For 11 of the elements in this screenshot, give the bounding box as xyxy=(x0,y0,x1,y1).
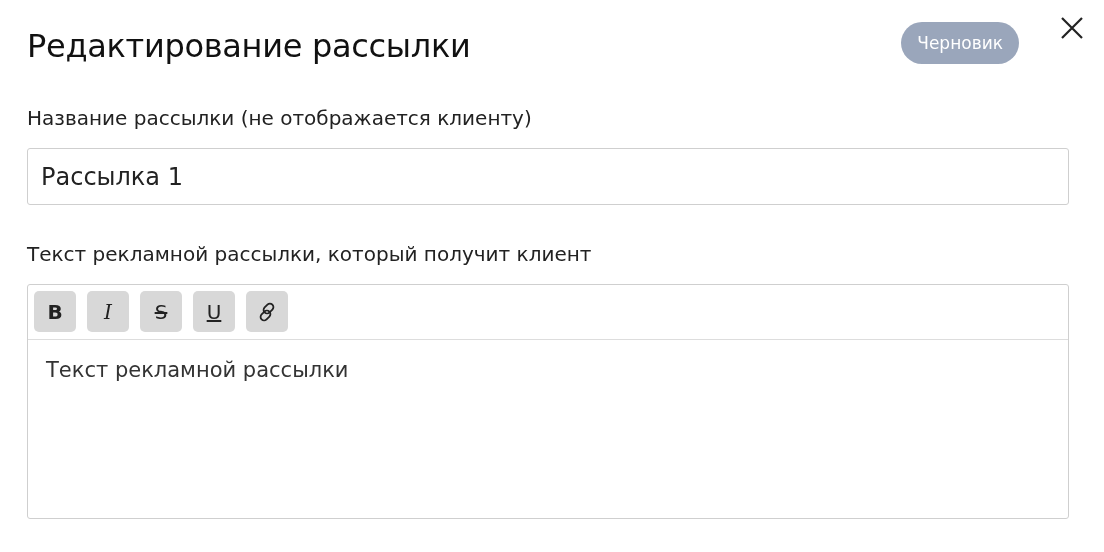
bold-button[interactable]: B xyxy=(34,291,76,332)
strikethrough-button[interactable]: S xyxy=(140,291,182,332)
dialog-title: Редактирование рассылки xyxy=(27,27,472,65)
field-label: Текст рекламной рассылки, который получит клиент xyxy=(27,242,593,268)
underline-button[interactable]: U xyxy=(193,291,235,332)
name-input-field[interactable]: Рассылка 1 xyxy=(27,148,1069,205)
status-badge: Черновик xyxy=(901,22,1019,64)
message-text-field[interactable]: Текст рекламной рассылки xyxy=(28,340,1068,400)
italic-button[interactable]: I xyxy=(87,291,129,332)
field-label: Название рассылки (не отображается клиенту) xyxy=(27,106,533,132)
link-button[interactable] xyxy=(246,291,288,332)
